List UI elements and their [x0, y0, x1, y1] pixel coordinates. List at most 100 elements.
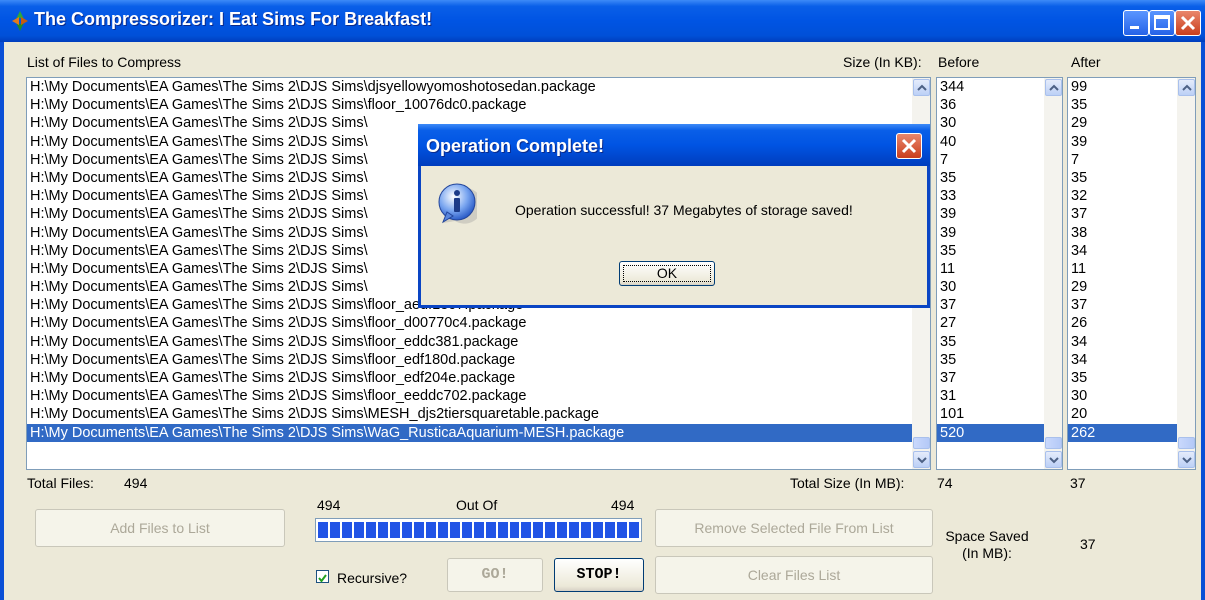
progress-segment — [389, 522, 400, 538]
after-listbox[interactable]: 99 35 29 39 7 35 32 37 38 34 11 29 37 26 34 34 35 30 20 262 — [1067, 77, 1196, 470]
list-item[interactable]: 39 — [1068, 133, 1195, 151]
after-scrollbar[interactable] — [1177, 78, 1195, 469]
list-item[interactable]: 262 — [1068, 423, 1195, 442]
scroll-down-button[interactable] — [1045, 451, 1062, 468]
operation-complete-dialog: Operation Complete! Operation successful… — [418, 124, 930, 308]
total-files-label: Total Files: — [27, 475, 94, 491]
scroll-thumb[interactable] — [1178, 437, 1195, 449]
progress-segment — [509, 522, 520, 538]
list-item[interactable]: H:\My Documents\EA Games\The Sims 2\DJS … — [27, 387, 930, 405]
recursive-checkbox[interactable] — [316, 570, 329, 583]
maximize-icon — [1154, 15, 1170, 30]
progress-current: 494 — [317, 497, 341, 513]
progress-segment — [533, 522, 544, 538]
progress-segment — [329, 522, 340, 538]
chevron-down-icon — [1182, 457, 1192, 464]
progress-segment — [341, 522, 352, 538]
clear-files-button[interactable]: Clear Files List — [655, 556, 933, 594]
list-item[interactable]: H:\My Documents\EA Games\The Sims 2\DJS … — [27, 369, 930, 387]
before-header: Before — [938, 54, 980, 70]
maximize-button[interactable] — [1149, 10, 1175, 36]
dialog-title: Operation Complete! — [426, 136, 605, 156]
close-button[interactable] — [1175, 10, 1201, 36]
progress-segment — [318, 522, 328, 538]
space-saved-label-2: (In MB): — [962, 545, 1012, 561]
scroll-down-button[interactable] — [1178, 451, 1195, 468]
chevron-down-icon — [917, 457, 927, 464]
chevron-down-icon — [1049, 457, 1059, 464]
list-item[interactable]: H:\My Documents\EA Games\The Sims 2\DJS … — [27, 333, 930, 351]
scroll-thumb[interactable] — [913, 437, 930, 449]
list-item[interactable]: 37 — [1068, 296, 1195, 314]
list-item[interactable]: 38 — [1068, 224, 1195, 242]
progress-segment — [401, 522, 412, 538]
scroll-down-button[interactable] — [913, 451, 930, 468]
dialog-message: Operation successful! 37 Megabytes of st… — [515, 202, 853, 218]
minimize-icon — [1130, 26, 1139, 29]
list-item[interactable]: H:\My Documents\EA Games\The Sims 2\DJS … — [27, 423, 930, 442]
window-title: The Compressorizer: I Eat Sims For Break… — [34, 9, 433, 29]
before-scrollbar[interactable] — [1044, 78, 1062, 469]
minimize-button[interactable] — [1123, 10, 1149, 36]
progress-segment — [629, 522, 640, 538]
remove-selected-button[interactable]: Remove Selected File From List — [655, 509, 933, 547]
go-button[interactable]: GO! — [447, 558, 543, 592]
scroll-up-button[interactable] — [913, 79, 930, 96]
progress-out-of: Out Of — [456, 497, 498, 513]
after-header: After — [1071, 54, 1101, 70]
list-item[interactable]: 11 — [1068, 260, 1195, 278]
ok-focus-ring — [623, 265, 711, 282]
space-saved-label-1: Space Saved — [945, 528, 1029, 544]
progress-segment — [365, 522, 376, 538]
before-listbox[interactable]: 344 36 30 40 7 35 33 39 39 35 11 30 37 27 35 35 37 31 101 5… — [936, 77, 1063, 470]
list-item[interactable]: H:\My Documents\EA Games\The Sims 2\DJS … — [27, 405, 930, 423]
space-saved-value: 37 — [1080, 536, 1096, 552]
list-item[interactable]: H:\My Documents\EA Games\The Sims 2\DJS … — [27, 78, 930, 96]
chevron-up-icon — [917, 84, 927, 91]
list-item[interactable]: 7 — [1068, 151, 1195, 169]
list-item[interactable]: 20 — [1068, 405, 1195, 423]
after-rows: 99 35 29 39 7 35 32 37 38 34 11 29 37 26 34 34 35 30 20 262 — [1068, 78, 1195, 442]
progress-segment — [557, 522, 568, 538]
progress-segment — [425, 522, 436, 538]
window-right-border — [1201, 42, 1205, 600]
list-item[interactable]: H:\My Documents\EA Games\The Sims 2\DJS … — [27, 96, 930, 114]
check-icon — [318, 574, 327, 583]
add-files-button[interactable]: Add Files to List — [35, 509, 285, 547]
chevron-up-icon — [1049, 84, 1059, 91]
files-header: List of Files to Compress — [27, 54, 182, 70]
ok-button[interactable]: OK — [619, 261, 715, 286]
list-item[interactable]: 34 — [1068, 333, 1195, 351]
dialog-close-button[interactable] — [896, 133, 922, 159]
progress-segment — [473, 522, 484, 538]
stop-button[interactable]: STOP! — [554, 558, 644, 592]
scroll-up-button[interactable] — [1045, 79, 1062, 96]
scroll-up-button[interactable] — [1178, 79, 1195, 96]
progress-segment — [617, 522, 628, 538]
progress-segment — [461, 522, 472, 538]
title-bar[interactable]: The Compressorizer: I Eat Sims For Break… — [0, 0, 1205, 42]
list-item[interactable]: 35 — [1068, 369, 1195, 387]
list-item[interactable]: 37 — [1068, 205, 1195, 223]
list-item[interactable]: 26 — [1068, 314, 1195, 332]
list-item[interactable]: 34 — [1068, 351, 1195, 369]
total-after-value: 37 — [1070, 475, 1086, 491]
progress-segment — [353, 522, 364, 538]
list-item[interactable]: 29 — [1068, 114, 1195, 132]
list-item[interactable]: 30 — [1068, 387, 1195, 405]
list-item[interactable]: 29 — [1068, 278, 1195, 296]
list-item[interactable]: 32 — [1068, 187, 1195, 205]
list-item[interactable]: H:\My Documents\EA Games\The Sims 2\DJS … — [27, 351, 930, 369]
list-item[interactable]: 35 — [1068, 96, 1195, 114]
list-item[interactable]: 34 — [1068, 242, 1195, 260]
scroll-thumb[interactable] — [1045, 437, 1062, 449]
app-window: The Compressorizer: I Eat Sims For Break… — [0, 0, 1205, 600]
dialog-title-bar[interactable]: Operation Complete! — [418, 124, 930, 166]
list-item[interactable]: 99 — [1068, 78, 1195, 96]
list-item[interactable]: 35 — [1068, 169, 1195, 187]
app-icon — [12, 11, 28, 31]
progress-segment — [521, 522, 532, 538]
progress-segment — [377, 522, 388, 538]
progress-segment — [413, 522, 424, 538]
list-item[interactable]: H:\My Documents\EA Games\The Sims 2\DJS … — [27, 314, 930, 332]
